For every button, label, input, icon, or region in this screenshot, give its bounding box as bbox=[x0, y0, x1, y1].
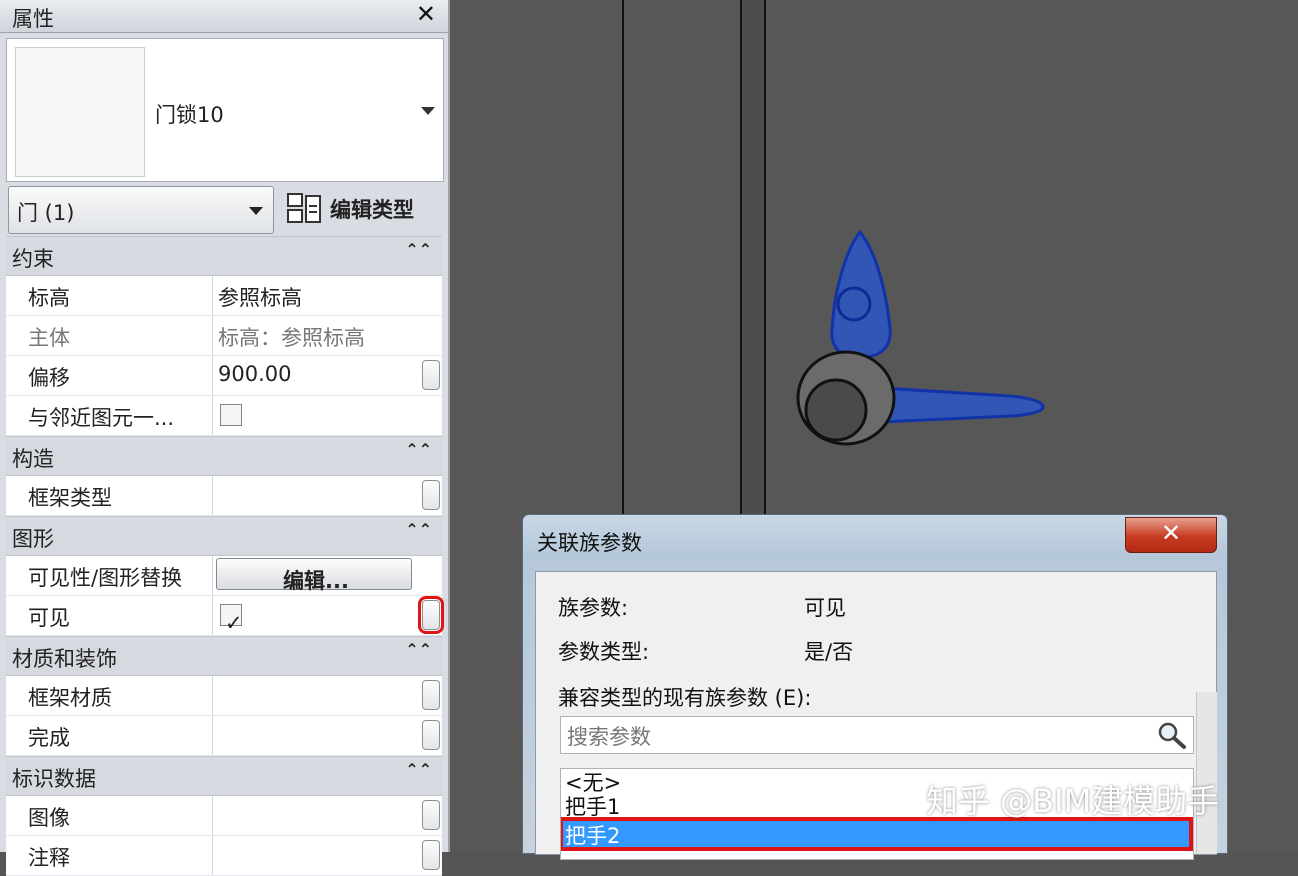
move-with-checkbox[interactable] bbox=[220, 404, 242, 426]
collapse-icon[interactable]: ⌃⌃ bbox=[405, 242, 432, 258]
associate-parameter-button[interactable] bbox=[422, 360, 440, 390]
collapse-icon[interactable]: ⌃⌃ bbox=[405, 762, 432, 778]
group-label: 约束 bbox=[12, 247, 54, 271]
list-item-selected[interactable]: 把手2 bbox=[561, 817, 1193, 851]
dialog-title: 关联族参数 bbox=[537, 531, 642, 555]
property-row-visible[interactable]: 可见 ✓ bbox=[6, 596, 444, 636]
type-name: 门锁10 bbox=[155, 103, 224, 127]
property-row-comments[interactable]: 注释 bbox=[6, 836, 442, 876]
property-value[interactable]: 参照标高 bbox=[218, 282, 302, 312]
family-param-value: 可见 bbox=[804, 596, 846, 620]
collapse-icon[interactable]: ⌃⌃ bbox=[405, 642, 432, 658]
property-row-image[interactable]: 图像 bbox=[6, 796, 442, 836]
visible-checkbox[interactable]: ✓ bbox=[220, 604, 243, 635]
property-grid: 约束 ⌃⌃ 标高 参照标高 主体 标高：参照标高 偏移 900.00 与邻近图元… bbox=[6, 236, 444, 876]
search-icon[interactable] bbox=[1157, 721, 1187, 749]
associate-parameter-button[interactable] bbox=[422, 720, 440, 750]
instance-filter-value: 门 (1) bbox=[17, 201, 75, 225]
edit-type-icon bbox=[287, 193, 321, 223]
door-lock-model[interactable] bbox=[450, 0, 1298, 520]
watermark: 知乎 @BIM建模助手 bbox=[926, 782, 1220, 820]
group-label: 构造 bbox=[12, 447, 54, 471]
associate-parameter-button[interactable] bbox=[422, 680, 440, 710]
compatible-params-label: 兼容类型的现有族参数 (E): bbox=[558, 686, 812, 710]
lock-knob-face bbox=[804, 378, 868, 442]
param-type-label: 参数类型: bbox=[558, 640, 650, 664]
property-name: 框架材质 bbox=[28, 686, 112, 710]
search-input[interactable]: 搜索参数 bbox=[560, 716, 1194, 754]
instance-filter-dropdown[interactable]: 门 (1) bbox=[8, 186, 274, 234]
selected-param-label: 把手2 bbox=[565, 824, 621, 848]
group-materials[interactable]: 材质和装饰 ⌃⌃ bbox=[6, 636, 442, 676]
edit-visibility-button[interactable]: 编辑... bbox=[216, 558, 412, 593]
collapse-icon[interactable]: ⌃⌃ bbox=[405, 442, 432, 458]
property-name: 完成 bbox=[28, 726, 70, 750]
collapse-icon[interactable]: ⌃⌃ bbox=[405, 522, 432, 538]
panel-title-bar: 属性 ✕ bbox=[0, 0, 448, 33]
close-icon: ✕ bbox=[1160, 519, 1182, 547]
property-name: 框架类型 bbox=[28, 486, 112, 510]
property-row-host: 主体 标高：参照标高 bbox=[6, 316, 442, 356]
associate-parameter-button[interactable] bbox=[422, 480, 440, 510]
type-preview-thumbnail bbox=[15, 47, 145, 177]
property-row-frame-material[interactable]: 框架材质 bbox=[6, 676, 442, 716]
list-item[interactable]: 把手1 bbox=[565, 791, 620, 821]
handle-blade-horizontal[interactable] bbox=[880, 386, 1045, 424]
family-param-label: 族参数: bbox=[558, 596, 629, 620]
property-row-finish[interactable]: 完成 bbox=[6, 716, 442, 756]
property-name: 图像 bbox=[28, 806, 70, 830]
param-type-value: 是/否 bbox=[804, 640, 854, 664]
chevron-down-icon[interactable] bbox=[249, 207, 263, 215]
property-row-visibility-override[interactable]: 可见性/图形替换 编辑... bbox=[6, 556, 442, 596]
type-selector[interactable]: 门锁10 bbox=[6, 38, 444, 182]
group-constraints[interactable]: 约束 ⌃⌃ bbox=[6, 236, 442, 276]
property-row-frame-type[interactable]: 框架类型 bbox=[6, 476, 442, 516]
property-name: 与邻近图元一... bbox=[28, 406, 175, 430]
associate-parameter-button[interactable] bbox=[422, 800, 440, 830]
close-icon[interactable]: ✕ bbox=[416, 0, 436, 28]
property-value: 标高：参照标高 bbox=[218, 326, 365, 350]
associate-parameter-button[interactable] bbox=[422, 840, 440, 870]
properties-panel: 属性 ✕ 门锁10 门 (1) 编辑类型 约束 ⌃⌃ 标高 参照标高 主体 标高… bbox=[0, 0, 450, 876]
group-label: 标识数据 bbox=[12, 767, 96, 791]
button-label: 编辑... bbox=[283, 569, 349, 593]
property-name: 可见 bbox=[28, 606, 70, 630]
dialog-scrollbar[interactable] bbox=[1196, 692, 1217, 854]
associate-parameter-button[interactable] bbox=[418, 596, 444, 634]
edit-type-button[interactable]: 编辑类型 bbox=[284, 188, 444, 228]
property-name: 主体 bbox=[28, 326, 70, 350]
property-name: 偏移 bbox=[28, 366, 70, 390]
check-icon: ✓ bbox=[225, 611, 243, 635]
property-name: 可见性/图形替换 bbox=[28, 566, 183, 590]
panel-title: 属性 bbox=[12, 7, 54, 31]
property-value[interactable]: 900.00 bbox=[218, 362, 291, 386]
property-name: 标高 bbox=[28, 286, 70, 310]
group-construction[interactable]: 构造 ⌃⌃ bbox=[6, 436, 442, 476]
group-label: 图形 bbox=[12, 527, 54, 551]
property-row-level[interactable]: 标高 参照标高 bbox=[6, 276, 442, 316]
property-row-offset[interactable]: 偏移 900.00 bbox=[6, 356, 442, 396]
search-placeholder: 搜索参数 bbox=[567, 725, 651, 749]
edit-type-label: 编辑类型 bbox=[330, 198, 414, 222]
group-identity[interactable]: 标识数据 ⌃⌃ bbox=[6, 756, 442, 796]
property-name: 注释 bbox=[28, 846, 70, 870]
property-row-move-with[interactable]: 与邻近图元一... bbox=[6, 396, 442, 436]
dialog-close-button[interactable]: ✕ bbox=[1125, 517, 1217, 553]
chevron-down-icon[interactable] bbox=[421, 107, 435, 115]
group-label: 材质和装饰 bbox=[12, 647, 117, 671]
group-graphics[interactable]: 图形 ⌃⌃ bbox=[6, 516, 442, 556]
